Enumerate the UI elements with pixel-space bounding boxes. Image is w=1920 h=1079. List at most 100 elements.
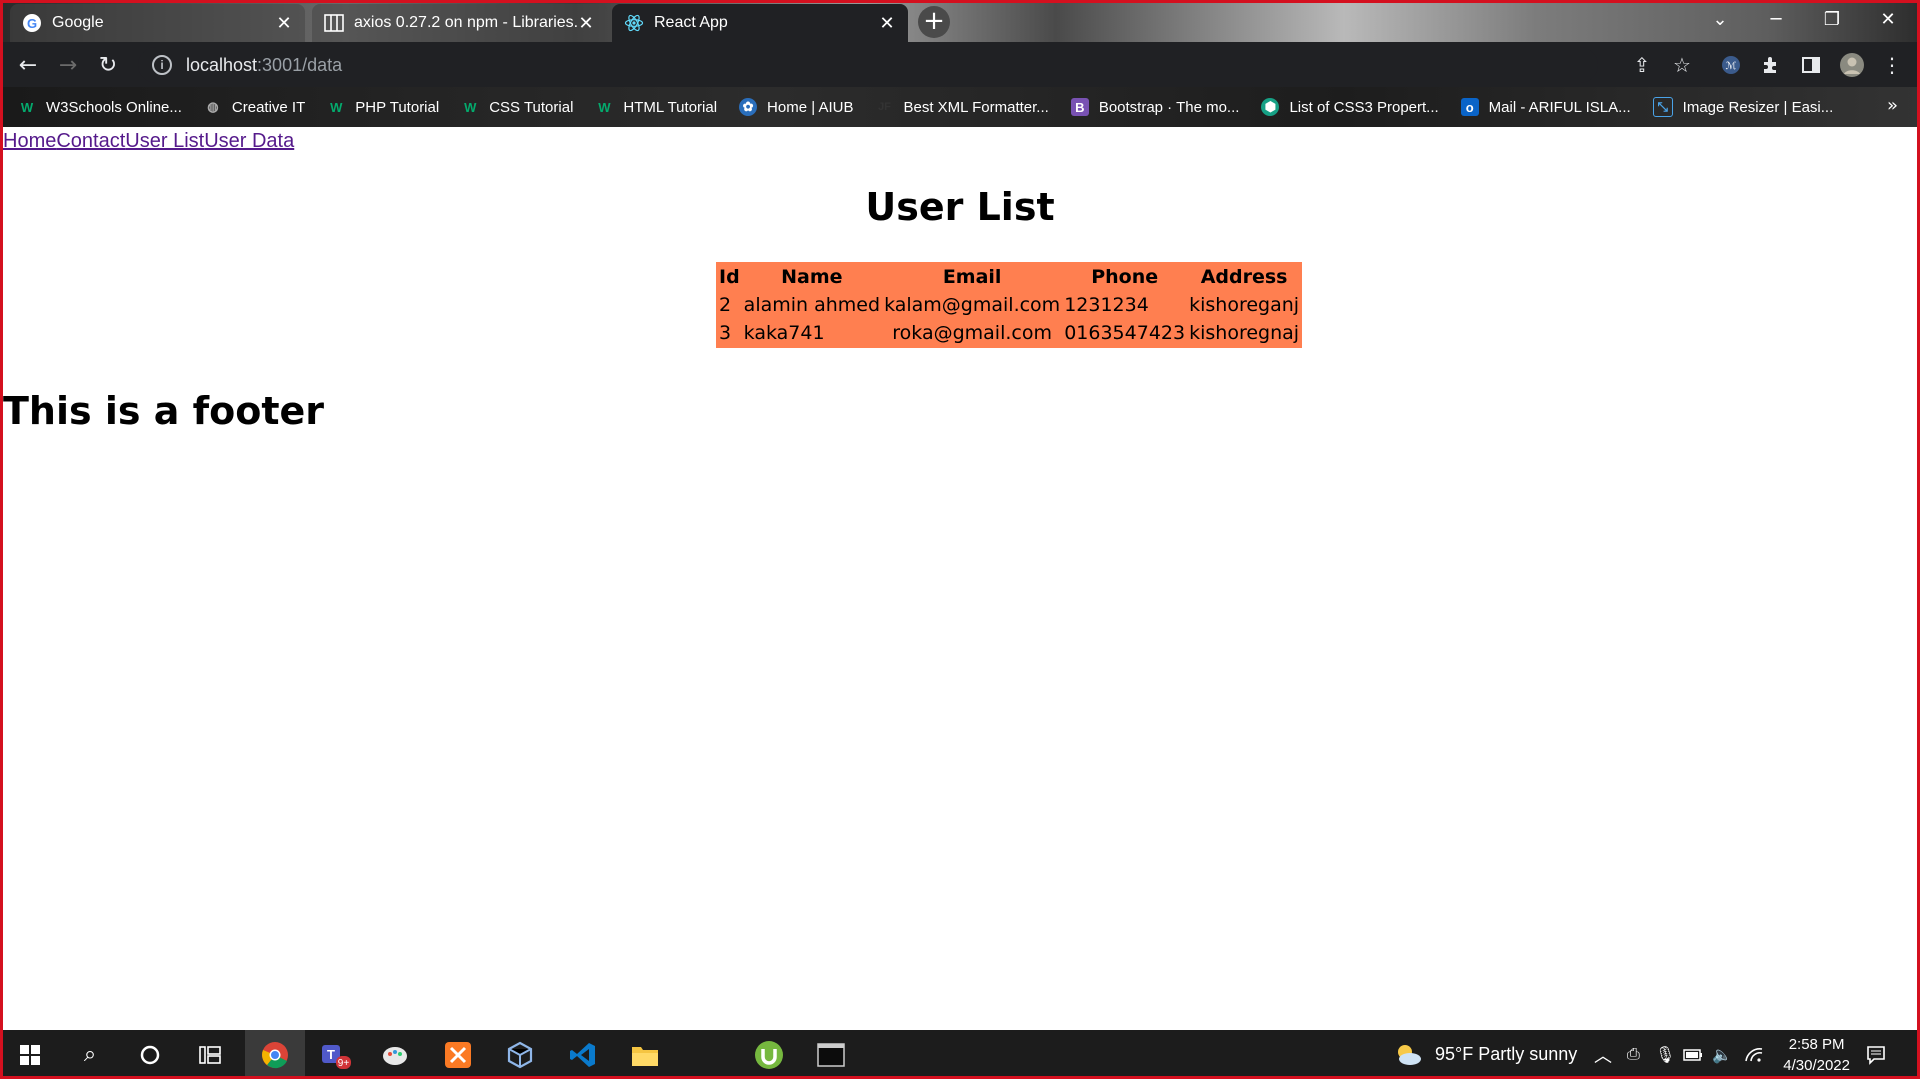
restore-button[interactable]: ❐ bbox=[1804, 0, 1860, 38]
column-header-name: Name bbox=[781, 266, 843, 288]
address-bar[interactable]: i localhost:3001/data bbox=[138, 47, 1598, 83]
bookmark-aiub[interactable]: ✿ Home | AIUB bbox=[739, 98, 853, 116]
tab-react-app[interactable]: React App ✕ bbox=[612, 4, 908, 42]
xampp-icon[interactable] bbox=[428, 1030, 488, 1079]
teams-icon[interactable]: T 9+ bbox=[305, 1030, 365, 1079]
jf-icon: JF bbox=[878, 101, 891, 113]
bookmark-css3-properties[interactable]: ⬢ List of CSS3 Propert... bbox=[1261, 98, 1439, 116]
nav-contact-link[interactable]: Contact bbox=[56, 130, 125, 152]
battery-icon[interactable] bbox=[1683, 1030, 1703, 1079]
tab-title: Google bbox=[52, 14, 104, 31]
bookmark-label: List of CSS3 Propert... bbox=[1289, 98, 1439, 116]
tab-strip: G Google ✕ axios 0.27.2 on npm - Librari… bbox=[0, 0, 1920, 42]
bookmark-mail[interactable]: o Mail - ARIFUL ISLA... bbox=[1460, 98, 1631, 116]
page-title: User List bbox=[865, 185, 1055, 229]
windows-start-icon[interactable] bbox=[0, 1030, 60, 1079]
column-header-id: Id bbox=[719, 266, 740, 288]
cell-address: kishoreganj bbox=[1189, 294, 1300, 316]
info-icon[interactable]: i bbox=[152, 55, 172, 75]
terminal-icon[interactable] bbox=[801, 1030, 861, 1079]
footer-heading: This is a footer bbox=[3, 389, 325, 433]
side-panel-icon[interactable] bbox=[1797, 51, 1825, 79]
column-header-phone: Phone bbox=[1091, 266, 1159, 288]
paint-icon[interactable] bbox=[365, 1030, 425, 1079]
outlook-icon: o bbox=[1460, 98, 1479, 116]
weather-widget[interactable]: 95°F Partly sunny bbox=[1393, 1030, 1577, 1079]
bookmark-label: HTML Tutorial bbox=[623, 98, 718, 116]
cell-address: kishoregnaj bbox=[1189, 322, 1300, 344]
react-icon bbox=[624, 13, 644, 33]
volume-icon[interactable]: 🔈 bbox=[1712, 1030, 1732, 1079]
windows-taskbar: ⌕ T 9+ 95°F Partly sunny ︿ ⎙ 🎙 🔈 2:58 PM… bbox=[0, 1030, 1920, 1079]
file-explorer-icon[interactable] bbox=[615, 1030, 675, 1079]
bookmark-image-resizer[interactable]: ⤡ Image Resizer | Easi... bbox=[1652, 97, 1834, 117]
puzzle-icon[interactable] bbox=[1757, 51, 1785, 79]
bookmarks-bar: W W3Schools Online... ◍ Creative IT W PHP T… bbox=[0, 87, 1920, 127]
new-tab-button[interactable]: + bbox=[918, 6, 950, 38]
microphone-icon[interactable]: 🎙 bbox=[1655, 1030, 1675, 1079]
column-header-email: Email bbox=[942, 266, 1002, 288]
more-bookmarks-icon[interactable]: » bbox=[1887, 95, 1898, 116]
cell-phone: 0163547423 bbox=[1064, 322, 1186, 344]
task-view-icon[interactable] bbox=[180, 1030, 240, 1079]
bookmark-label: Best XML Formatter... bbox=[903, 98, 1049, 116]
bookmark-w3schools[interactable]: W W3Schools Online... bbox=[18, 98, 182, 116]
extension-icon[interactable]: ℳ bbox=[1717, 51, 1745, 79]
close-window-button[interactable]: ✕ bbox=[1860, 0, 1916, 38]
tab-title: React App bbox=[654, 14, 728, 31]
bookmark-label: PHP Tutorial bbox=[355, 98, 440, 116]
vscode-icon[interactable] bbox=[553, 1030, 613, 1079]
bootstrap-icon: B bbox=[1070, 98, 1089, 116]
table-row: 2 alamin ahmed kalam@gmail.com 1231234 k… bbox=[718, 292, 1300, 318]
nav-user-list-link[interactable]: User List bbox=[125, 130, 204, 152]
chrome-icon[interactable] bbox=[245, 1030, 305, 1079]
bookmark-css-tutorial[interactable]: W CSS Tutorial bbox=[461, 98, 573, 116]
share-icon[interactable]: ⇪ bbox=[1628, 51, 1656, 79]
bookmark-html-tutorial[interactable]: W HTML Tutorial bbox=[595, 98, 717, 116]
bookmark-label: W3Schools Online... bbox=[46, 98, 182, 116]
menu-dots-icon[interactable]: ⋮ bbox=[1878, 51, 1906, 79]
bookmark-xml-formatter[interactable]: JF Best XML Formatter... bbox=[875, 98, 1049, 116]
utorrent-icon[interactable] bbox=[739, 1030, 799, 1079]
search-icon[interactable]: ⌕ bbox=[60, 1030, 120, 1079]
browser-toolbar: ← → ↻ i localhost:3001/data ⇪ ☆ ℳ ⋮ bbox=[0, 42, 1920, 87]
profile-avatar[interactable] bbox=[1838, 51, 1866, 79]
bookmark-label: Bootstrap · The mo... bbox=[1098, 98, 1240, 116]
bookmark-php-tutorial[interactable]: W PHP Tutorial bbox=[327, 98, 439, 116]
aiub-icon: ✿ bbox=[739, 98, 758, 116]
close-icon[interactable]: ✕ bbox=[878, 13, 896, 34]
google-icon: G bbox=[22, 13, 42, 33]
tab-google[interactable]: G Google ✕ bbox=[10, 4, 305, 42]
clock-date: 4/30/2022 bbox=[1783, 1057, 1850, 1074]
svg-text:G: G bbox=[27, 16, 37, 31]
cortana-icon[interactable] bbox=[120, 1030, 180, 1079]
device-icon[interactable]: ⎙ bbox=[1627, 1030, 1640, 1079]
virtualbox-icon[interactable] bbox=[490, 1030, 550, 1079]
wifi-icon[interactable] bbox=[1744, 1030, 1764, 1079]
globe-icon: ◍ bbox=[207, 99, 219, 114]
bookmark-label: CSS Tutorial bbox=[489, 98, 574, 116]
forward-arrow-icon[interactable]: → bbox=[52, 49, 84, 81]
reload-icon[interactable]: ↻ bbox=[92, 49, 124, 81]
back-arrow-icon[interactable]: ← bbox=[12, 49, 44, 81]
nav-home-link[interactable]: Home bbox=[3, 130, 56, 152]
system-clock[interactable]: 2:58 PM 4/30/2022 bbox=[1783, 1034, 1850, 1076]
cell-id: 3 bbox=[719, 322, 732, 344]
bookmark-star-icon[interactable]: ☆ bbox=[1668, 51, 1696, 79]
bookmark-label: Image Resizer | Easi... bbox=[1682, 98, 1834, 116]
cell-phone: 1231234 bbox=[1064, 294, 1149, 316]
tab-title: axios 0.27.2 on npm - Libraries.io bbox=[354, 14, 577, 31]
clock-time: 2:58 PM bbox=[1788, 1036, 1845, 1053]
tab-search-icon[interactable]: ⌄ bbox=[1692, 0, 1748, 38]
close-icon[interactable]: ✕ bbox=[577, 13, 595, 34]
teams-badge: 9+ bbox=[338, 1058, 350, 1069]
nav-user-data-link[interactable]: User Data bbox=[204, 130, 294, 152]
url-path: :3001/data bbox=[257, 54, 343, 75]
minimize-button[interactable]: ─ bbox=[1748, 0, 1804, 38]
tab-libraries-io[interactable]: axios 0.27.2 on npm - Libraries.io ✕ bbox=[312, 4, 607, 42]
close-icon[interactable]: ✕ bbox=[275, 13, 293, 34]
bookmark-creative-it[interactable]: ◍ Creative IT bbox=[204, 98, 305, 116]
show-hidden-icons-chevron[interactable]: ︿ bbox=[1594, 1030, 1612, 1079]
bookmark-bootstrap[interactable]: B Bootstrap · The mo... bbox=[1070, 98, 1240, 116]
notifications-icon[interactable] bbox=[1866, 1030, 1886, 1079]
